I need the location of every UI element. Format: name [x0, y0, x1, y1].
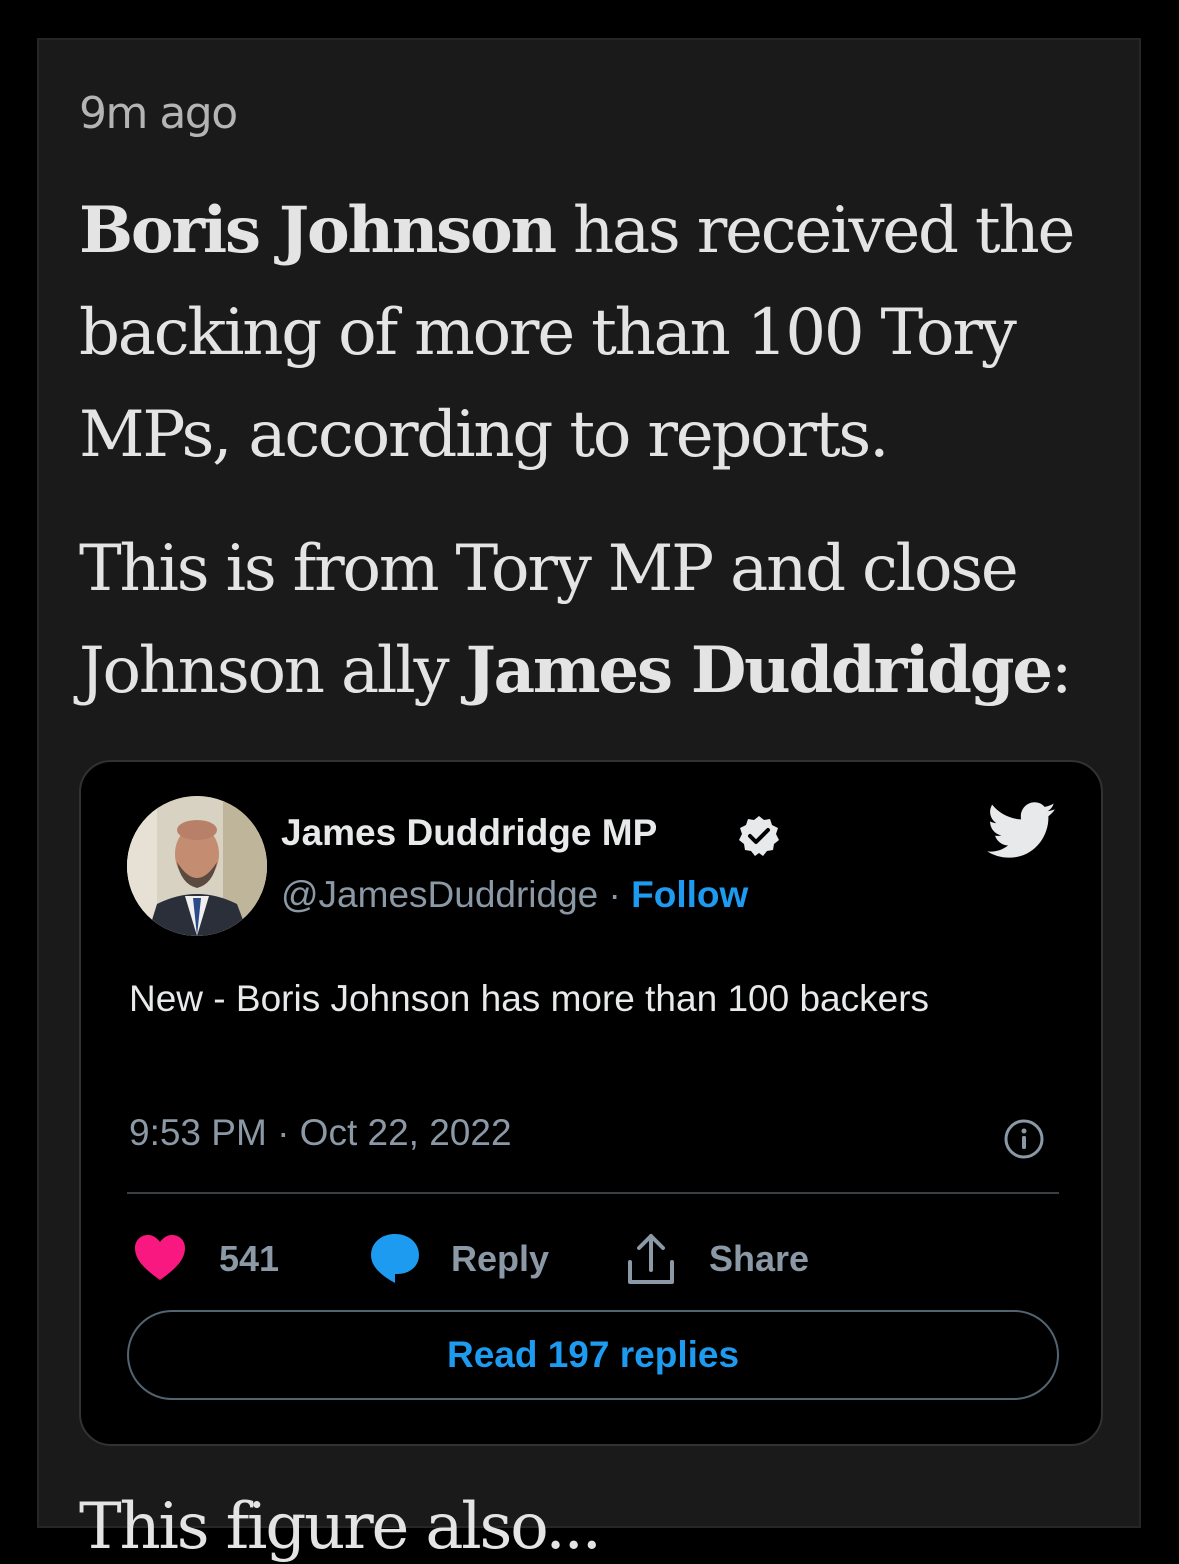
- tweet-divider: [127, 1192, 1059, 1194]
- follow-button[interactable]: Follow: [631, 874, 748, 915]
- verified-badge-icon: [739, 816, 779, 856]
- reply-button[interactable]: Reply: [451, 1238, 549, 1280]
- handle-separator: ·: [598, 874, 632, 915]
- like-count[interactable]: 541: [219, 1238, 279, 1280]
- heart-icon[interactable]: [133, 1234, 187, 1282]
- info-icon[interactable]: [1003, 1118, 1045, 1160]
- live-blog-entry: 9m ago Boris Johnson has received the ba…: [37, 38, 1141, 1564]
- avatar[interactable]: [127, 796, 267, 936]
- paragraph-2-bold: James Duddridge: [465, 633, 1053, 708]
- twitter-bird-icon[interactable]: [987, 802, 1057, 860]
- embedded-tweet[interactable]: James Duddridge MP @JamesDuddridge · Fol…: [79, 760, 1103, 1446]
- tweet-text: New - Boris Johnson has more than 100 ba…: [129, 978, 930, 1019]
- tweet-handle-line: @JamesDuddridge · Follow: [281, 874, 748, 916]
- read-replies-button[interactable]: Read 197 replies: [127, 1310, 1059, 1400]
- avatar-photo: [127, 796, 267, 936]
- next-paragraph: This figure also...: [79, 1490, 602, 1564]
- entry-paragraph-1: Boris Johnson has received the backing o…: [79, 180, 1119, 486]
- reply-bubble-icon[interactable]: [369, 1232, 421, 1284]
- paragraph-2-tail: :: [1050, 634, 1073, 708]
- tweet-author-name[interactable]: James Duddridge MP: [281, 812, 657, 854]
- tweet-actions: 541 Reply Share: [81, 1230, 1101, 1290]
- paragraph-1-bold: Boris Johnson: [79, 193, 557, 268]
- entry-timestamp: 9m ago: [79, 88, 238, 139]
- tweet-handle[interactable]: @JamesDuddridge: [281, 874, 598, 915]
- share-icon[interactable]: [625, 1232, 677, 1286]
- entry-paragraph-2: This is from Tory MP and close Johnson a…: [79, 518, 1119, 722]
- share-button[interactable]: Share: [709, 1238, 809, 1280]
- tweet-timestamp[interactable]: 9:53 PM · Oct 22, 2022: [129, 1112, 512, 1154]
